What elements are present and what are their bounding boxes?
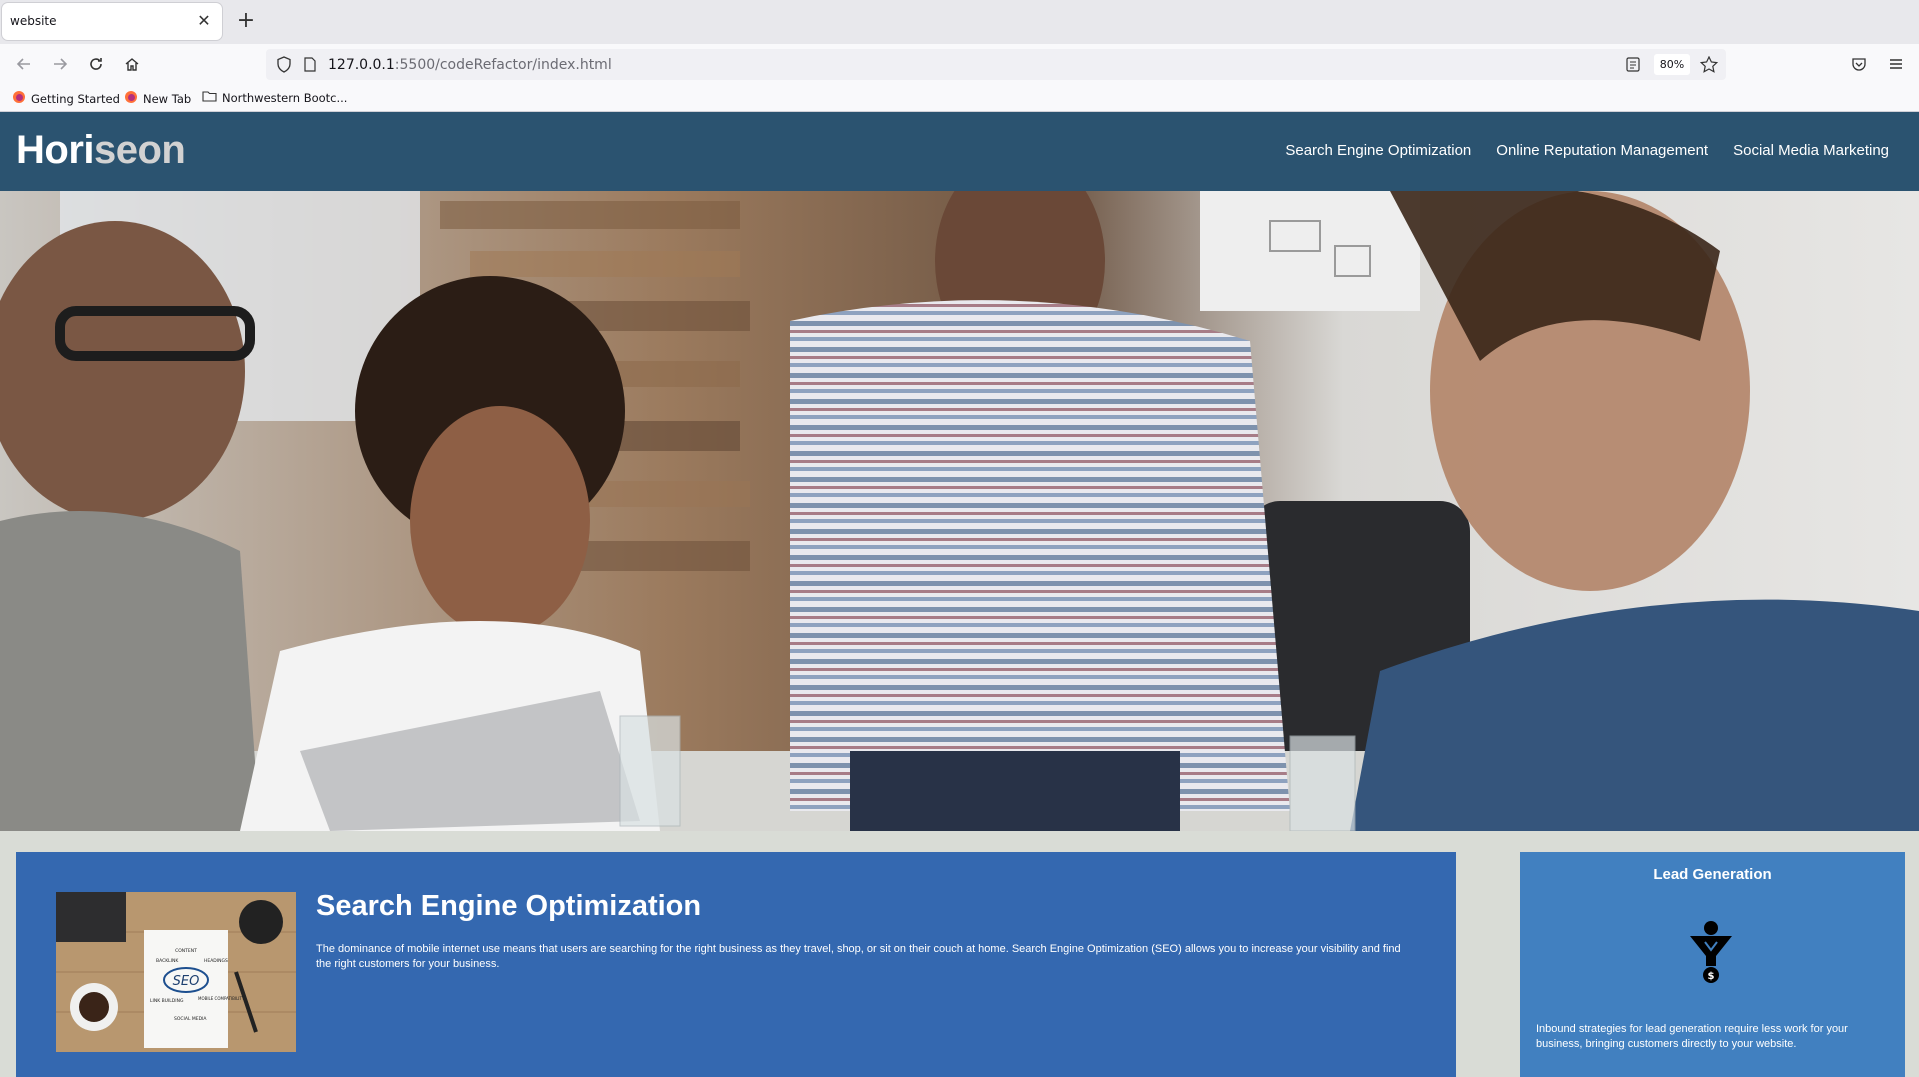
firefox-icon bbox=[124, 90, 138, 107]
lead-funnel-icon: $ bbox=[1688, 920, 1734, 984]
bookmark-new-tab[interactable]: New Tab bbox=[124, 90, 191, 107]
nav-link-seo[interactable]: Search Engine Optimization bbox=[1285, 142, 1471, 159]
site-navigation: Search Engine Optimization Online Reputa… bbox=[1285, 142, 1889, 159]
new-tab-icon[interactable]: + bbox=[234, 9, 258, 33]
home-icon[interactable] bbox=[118, 50, 146, 78]
svg-text:$: $ bbox=[1708, 971, 1715, 982]
firefox-icon bbox=[12, 90, 26, 107]
seo-image-label: MOBILE COMPATIBILITY bbox=[198, 996, 245, 1001]
seo-heading: Search Engine Optimization bbox=[316, 890, 702, 922]
folder-icon bbox=[202, 90, 217, 105]
bookmarks-bar: Getting Started New Tab Northwestern Boo… bbox=[0, 84, 1919, 112]
seo-image-label: CONTENT bbox=[175, 948, 197, 954]
nav-link-social-media[interactable]: Social Media Marketing bbox=[1733, 142, 1889, 159]
close-tab-icon[interactable]: ✕ bbox=[194, 11, 214, 31]
url-bar[interactable]: 127.0.0.1:5500/codeRefactor/index.html 8… bbox=[266, 49, 1726, 80]
seo-image-label: SEO bbox=[173, 974, 200, 989]
forward-icon[interactable] bbox=[46, 50, 74, 78]
url-text[interactable]: 127.0.0.1:5500/codeRefactor/index.html bbox=[328, 57, 612, 73]
browser-tab-bar: website ✕ + bbox=[0, 0, 1919, 44]
tab-title: website bbox=[10, 14, 57, 28]
seo-image-label: SOCIAL MEDIA bbox=[174, 1016, 207, 1022]
seo-image-label: LINK BUILDING bbox=[150, 998, 184, 1004]
pocket-icon[interactable] bbox=[1845, 50, 1873, 78]
seo-image-label: HEADINGS bbox=[204, 958, 228, 964]
page-icon bbox=[304, 57, 316, 76]
browser-tab[interactable]: website ✕ bbox=[2, 3, 222, 40]
bookmark-getting-started[interactable]: Getting Started bbox=[12, 90, 120, 107]
menu-icon[interactable] bbox=[1882, 50, 1910, 78]
lead-generation-heading: Lead Generation bbox=[1653, 866, 1772, 883]
browser-navigation-bar: 127.0.0.1:5500/codeRefactor/index.html 8… bbox=[0, 44, 1919, 84]
seo-paragraph: The dominance of mobile internet use mea… bbox=[316, 943, 1401, 970]
bookmark-northwestern-folder[interactable]: Northwestern Bootc... bbox=[202, 90, 347, 105]
reload-icon[interactable] bbox=[82, 50, 110, 78]
nav-link-online-reputation[interactable]: Online Reputation Management bbox=[1496, 142, 1708, 159]
shield-icon[interactable] bbox=[276, 56, 292, 77]
hero-image bbox=[0, 191, 1919, 831]
seo-image-label: BACKLINK bbox=[156, 958, 179, 964]
back-icon[interactable] bbox=[10, 50, 38, 78]
seo-image: SEO CONTENT BACKLINK HEADINGS LINK BUILD… bbox=[56, 892, 296, 1052]
seo-section: SEO CONTENT BACKLINK HEADINGS LINK BUILD… bbox=[16, 852, 1456, 1077]
site-header: Horiseon Search Engine Optimization Onli… bbox=[0, 112, 1919, 191]
bookmark-star-icon[interactable] bbox=[1699, 55, 1719, 77]
zoom-level[interactable]: 80% bbox=[1654, 54, 1690, 75]
lead-generation-paragraph: Inbound strategies for lead generation r… bbox=[1536, 1023, 1848, 1050]
lead-generation-card: Lead Generation $ Inbound strategies for… bbox=[1520, 852, 1905, 1077]
site-logo[interactable]: Horiseon bbox=[16, 128, 186, 173]
reader-view-icon[interactable] bbox=[1626, 57, 1640, 76]
